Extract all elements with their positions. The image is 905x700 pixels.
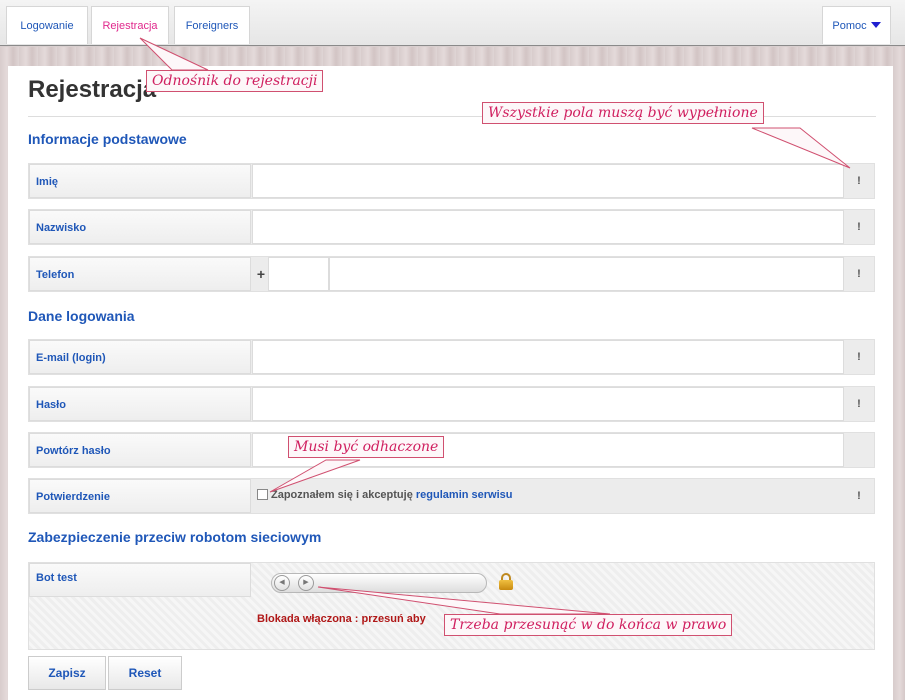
callout-registration-link: Odnośnik do rejestracji (146, 70, 324, 92)
pointer-slide-right (317, 586, 611, 615)
pointer-all-required (751, 127, 851, 169)
callout-all-required: Wszystkie pola muszą być wypełnione (482, 102, 764, 124)
callout-slide-right: Trzeba przesunąć w do końca w prawo (444, 614, 733, 636)
pointer-must-uncheck (269, 459, 361, 493)
pointer-registration-link (139, 37, 209, 71)
callout-must-uncheck: Musi być odhaczone (288, 436, 445, 458)
annotation-pointers (139, 37, 851, 615)
